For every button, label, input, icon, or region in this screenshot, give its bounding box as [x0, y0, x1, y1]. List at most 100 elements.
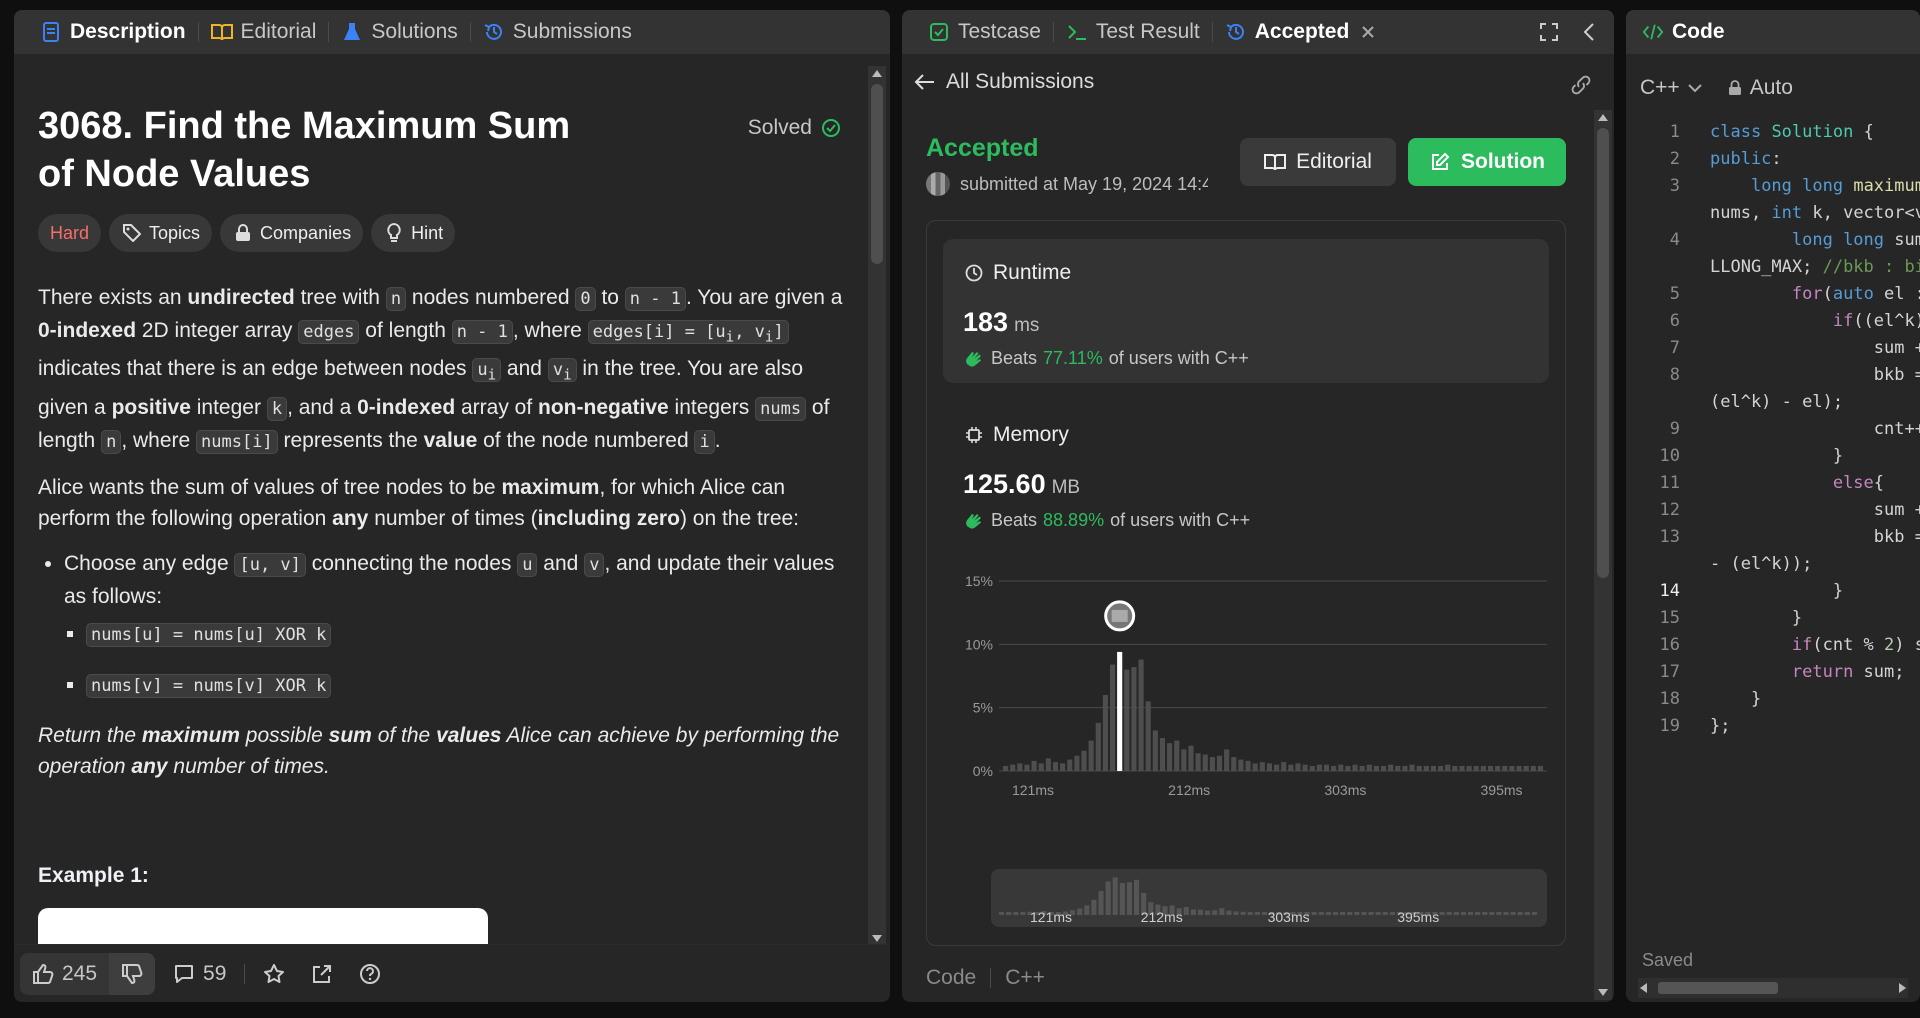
brush-bar: [1020, 912, 1026, 915]
back-to-submissions[interactable]: All Submissions: [914, 70, 1094, 94]
like-button[interactable]: 245: [20, 953, 109, 995]
brush-bar: [1190, 909, 1196, 915]
brush-bar: [1354, 912, 1360, 915]
tab-description[interactable]: Description: [28, 10, 198, 54]
scroll-thumb[interactable]: [871, 84, 883, 264]
thumbs-down-icon: [122, 963, 143, 984]
brush-bar: [1467, 912, 1474, 915]
maximize-icon[interactable]: [1538, 21, 1560, 43]
companies-chip[interactable]: Companies: [220, 214, 364, 252]
scroll-down-arrow[interactable]: [1598, 989, 1608, 996]
auto-mode[interactable]: Auto: [1728, 76, 1793, 100]
brush-bar: [1006, 912, 1012, 915]
distribution-bar: [1459, 765, 1465, 771]
distribution-bar: [1402, 765, 1408, 771]
y-tick-label: 10%: [965, 636, 993, 652]
brush-bar: [1524, 912, 1530, 915]
comments-button[interactable]: 59: [165, 962, 234, 986]
distribution-bar: [1017, 763, 1023, 771]
brush-bar: [1382, 912, 1388, 915]
tab-solutions[interactable]: Solutions: [329, 10, 469, 54]
clap-icon: [963, 347, 985, 369]
tab-test-result[interactable]: Test Result: [1054, 10, 1212, 54]
footer-divider: [244, 963, 246, 984]
brush-tick-label: 121ms: [1030, 909, 1072, 925]
comment-count: 59: [203, 961, 227, 985]
distribution-bar: [1281, 762, 1287, 771]
tab-testcase[interactable]: Testcase: [916, 10, 1053, 54]
scroll-left-arrow[interactable]: [1640, 983, 1647, 993]
beats-percent: 77.11%: [1043, 347, 1103, 368]
left-scrollbar[interactable]: [868, 66, 886, 946]
dislike-button[interactable]: [109, 952, 156, 995]
tab-accepted[interactable]: Accepted: [1213, 10, 1392, 54]
scroll-up-arrow[interactable]: [872, 70, 882, 77]
scroll-right-arrow[interactable]: [1899, 983, 1906, 993]
divider: [990, 968, 992, 988]
list-item: nums[v] = nums[v] XOR k: [86, 669, 850, 702]
brush-bar: [1212, 910, 1218, 915]
arrow-left-icon: [914, 71, 936, 93]
distribution-bar: [1195, 753, 1201, 771]
scroll-up-arrow[interactable]: [1598, 114, 1608, 121]
like-count: 245: [62, 961, 98, 985]
distribution-bar: [1345, 765, 1351, 771]
scroll-thumb[interactable]: [1658, 982, 1778, 994]
x-axis-labels: 121ms 212ms 303ms 395ms: [1012, 782, 1523, 798]
problem-tags: Hard Topics Companies Hint: [38, 214, 456, 252]
code-horizontal-scrollbar[interactable]: [1638, 978, 1908, 998]
star-icon: [264, 963, 285, 983]
distribution-bar: [1102, 695, 1108, 771]
comment-icon: [175, 964, 194, 983]
runtime-distribution-chart[interactable]: 15% 10% 5% 0% 121ms 212ms 303ms 395ms: [943, 561, 1563, 821]
distribution-bar: [1167, 743, 1173, 771]
scroll-down-arrow[interactable]: [872, 935, 882, 942]
editorial-button[interactable]: Editorial: [1240, 138, 1396, 186]
code-header: Code: [1626, 10, 1920, 54]
distribution-bar: [1259, 762, 1265, 771]
chip-label: Hard: [50, 222, 90, 243]
code-title: Code: [1672, 20, 1725, 43]
distribution-bar: [1152, 730, 1158, 771]
help-button[interactable]: [351, 963, 389, 985]
y-tick-label: 5%: [973, 700, 993, 716]
description-footer: 245 59: [14, 944, 890, 1002]
share-button[interactable]: [303, 963, 341, 985]
thumbs-up-icon: [33, 963, 54, 984]
chart-bars: [1003, 651, 1543, 771]
brush-bar: [1261, 912, 1267, 915]
avatar[interactable]: [926, 172, 950, 196]
language-select[interactable]: C++: [1640, 76, 1702, 100]
memory-stat[interactable]: Memory 125.60 MB Beats 88.89% of users with…: [943, 401, 1549, 545]
chip-label: Hint: [411, 222, 444, 243]
book-icon: [210, 21, 233, 43]
brush-bar: [1219, 908, 1225, 915]
performance-card: Runtime 183 ms Beats 77.11% of users with C…: [926, 220, 1566, 946]
back-label: All Submissions: [946, 70, 1095, 93]
language-label: C++: [1640, 76, 1680, 99]
link-icon[interactable]: [1570, 74, 1592, 96]
button-label: Solution: [1461, 150, 1545, 173]
brush-bar: [1482, 912, 1488, 915]
distribution-bar: [1530, 765, 1536, 771]
chevron-left-icon[interactable]: [1578, 21, 1600, 43]
hint-chip[interactable]: Hint: [371, 214, 456, 252]
result-scrollbar[interactable]: [1594, 110, 1612, 1000]
chart-range-brush[interactable]: 121ms 212ms 303ms 395ms: [991, 869, 1547, 927]
code-editor[interactable]: 1 class Solution { 2 public: 3 long long m…: [1626, 122, 1920, 942]
scroll-thumb[interactable]: [1597, 128, 1609, 578]
tab-submissions[interactable]: Submissions: [471, 10, 644, 54]
topics-chip[interactable]: Topics: [109, 214, 213, 252]
distribution-bar: [1480, 765, 1486, 771]
distribution-bar: [1452, 765, 1458, 771]
help-icon: [360, 963, 381, 984]
button-label: Editorial: [1296, 150, 1372, 173]
favorite-button[interactable]: [255, 963, 293, 985]
runtime-value: 183: [963, 307, 1009, 337]
distribution-bar: [1366, 764, 1372, 771]
solution-button[interactable]: Solution: [1408, 138, 1566, 186]
close-icon[interactable]: [1357, 21, 1379, 43]
tab-editorial[interactable]: Editorial: [199, 10, 329, 54]
runtime-stat[interactable]: Runtime 183 ms Beats 77.11% of users with C…: [943, 239, 1549, 383]
beats-prefix: Beats: [991, 509, 1038, 530]
